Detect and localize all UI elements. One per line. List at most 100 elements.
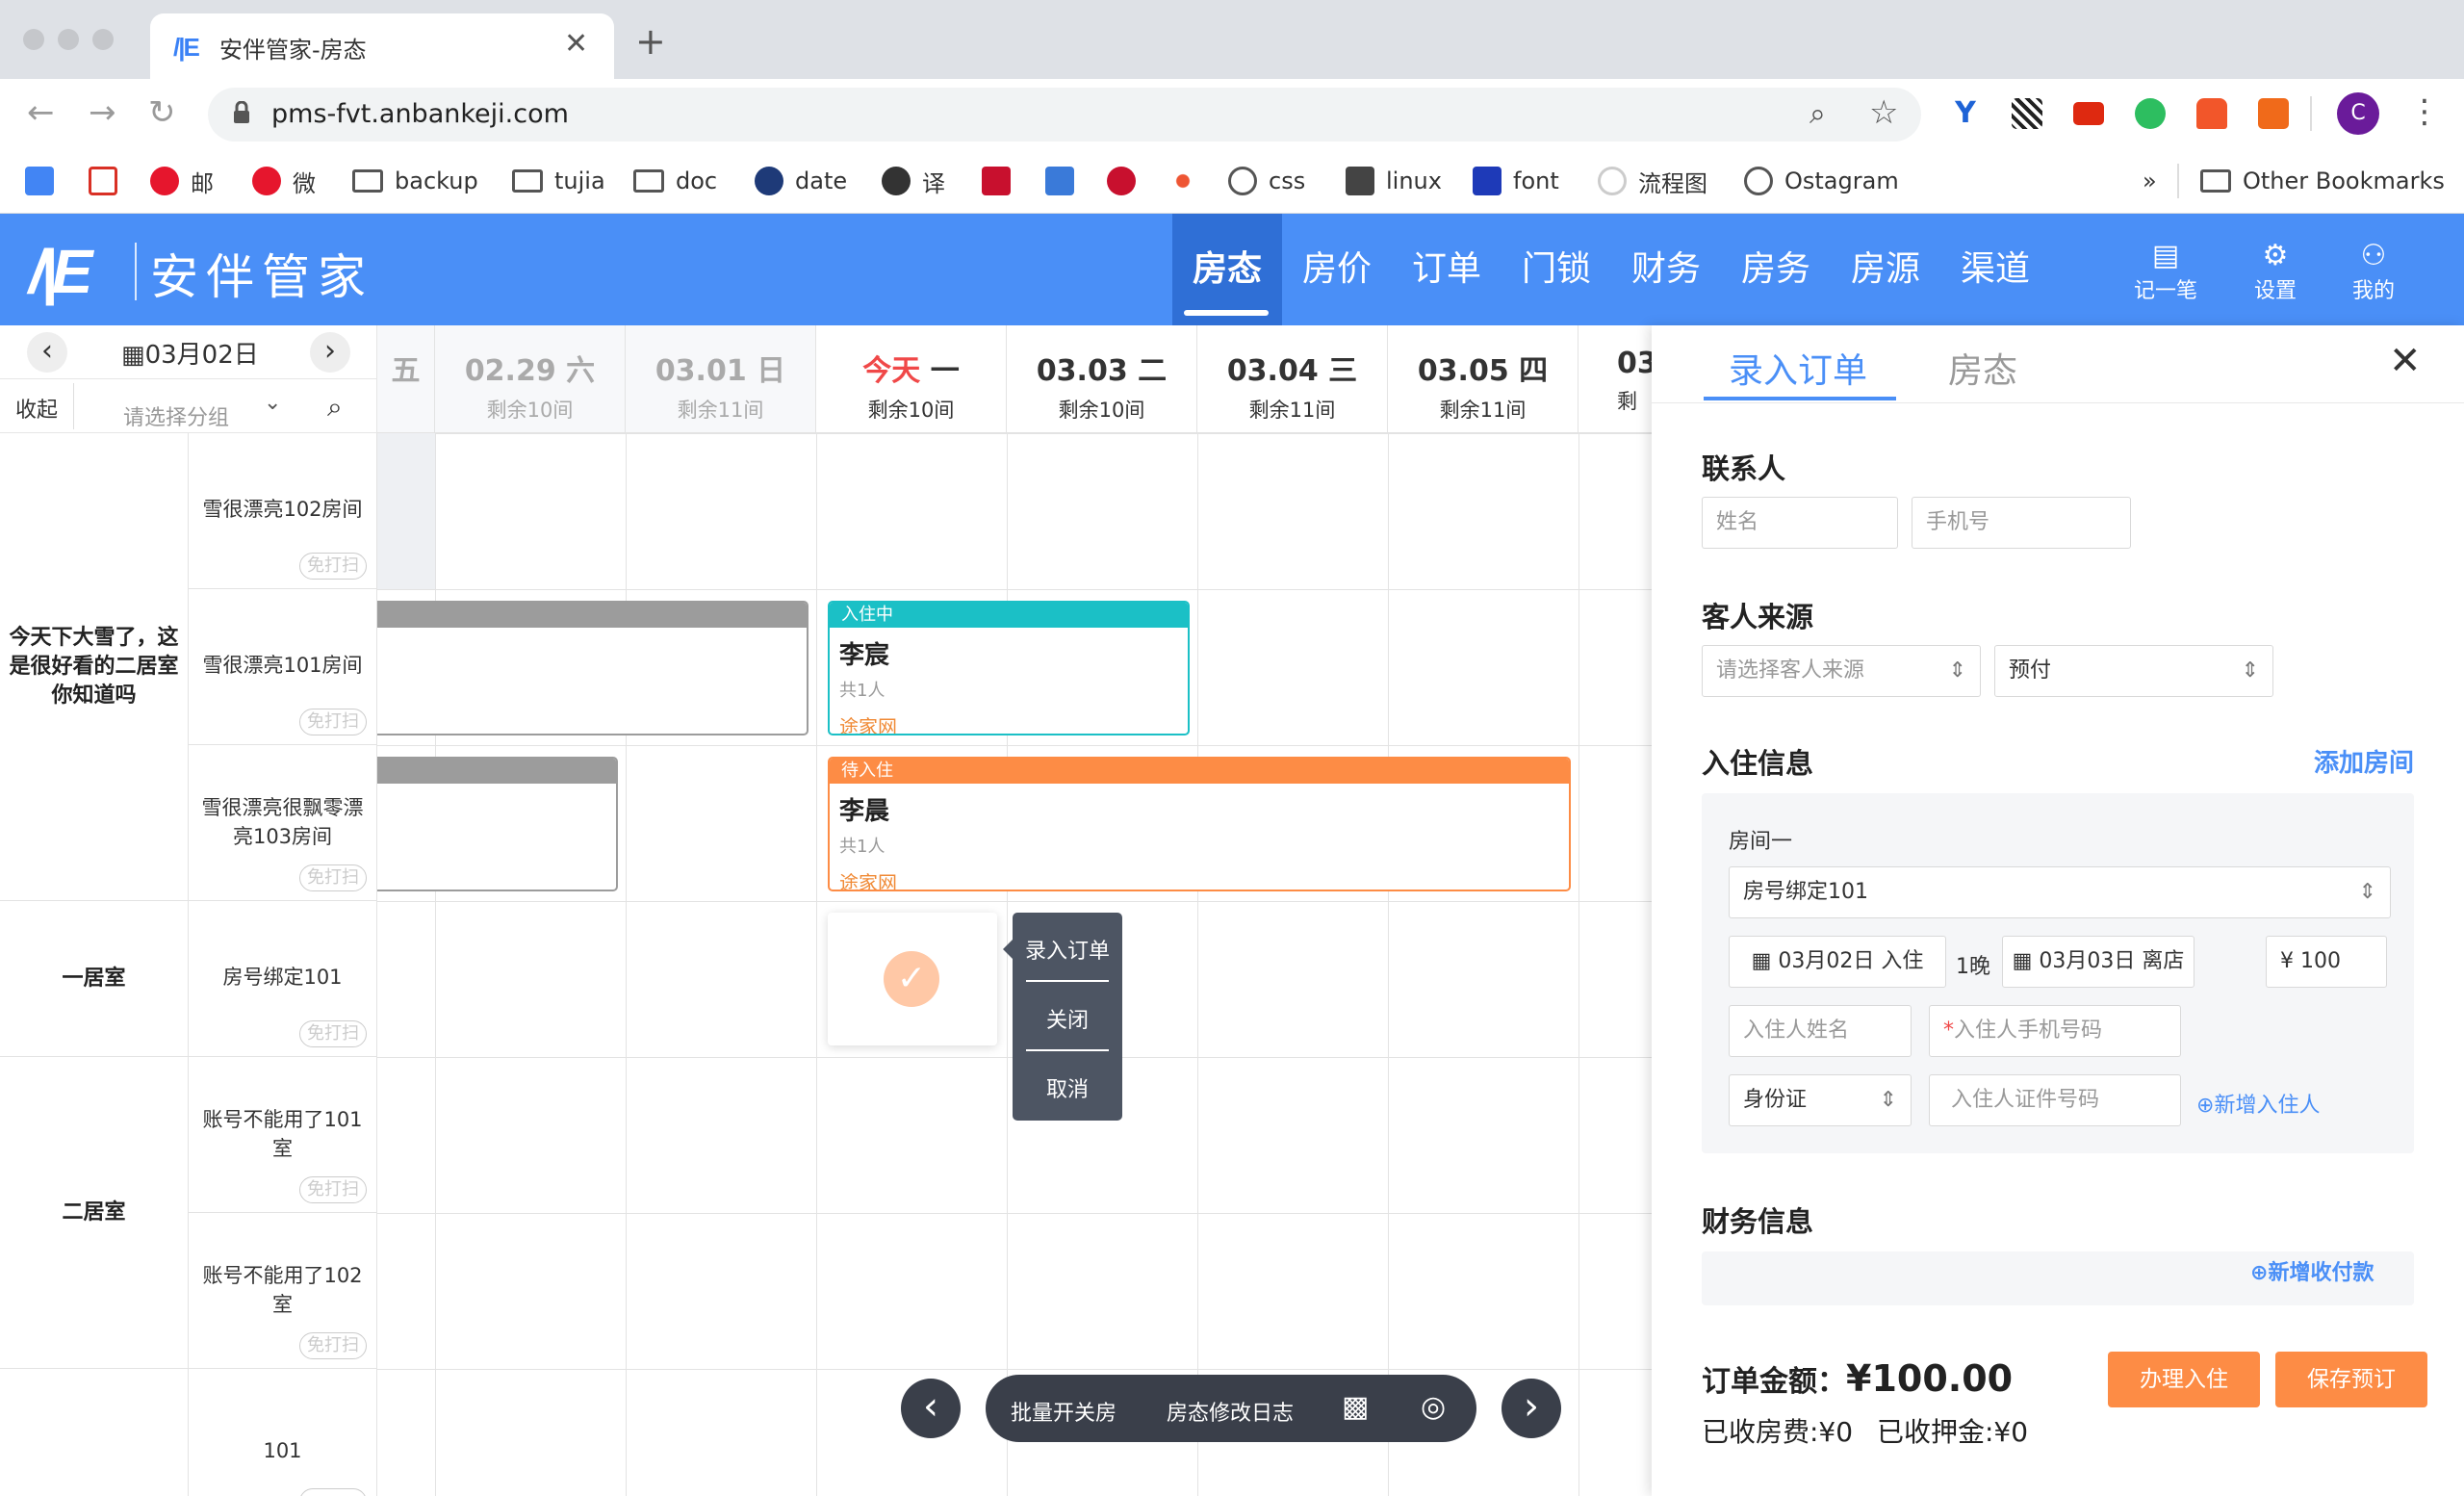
booking-past[interactable] bbox=[377, 601, 808, 735]
bookmarks-overflow[interactable]: » bbox=[2143, 162, 2157, 200]
bookmark-doc[interactable]: doc bbox=[633, 162, 717, 200]
collapse-button[interactable]: 收起 bbox=[15, 393, 58, 424]
tab-room-status[interactable]: 房态 bbox=[1948, 343, 2017, 393]
bookmark-font[interactable]: font bbox=[1473, 162, 1559, 200]
checkout-date-input[interactable]: ▦ 03月03日 离店 bbox=[2002, 936, 2194, 988]
bookmark-date[interactable]: date bbox=[755, 162, 847, 200]
address-bar[interactable]: pms-fvt.anbankeji.com ⌕ ☆ bbox=[208, 88, 1921, 142]
extension-y-icon[interactable]: Y bbox=[1950, 98, 1981, 129]
new-tab-icon[interactable]: + bbox=[635, 23, 666, 60]
room-cell[interactable]: 雪很漂亮很飘零漂亮103房间 免打扫 bbox=[189, 745, 377, 901]
bookmark-backup[interactable]: backup bbox=[352, 162, 478, 200]
day-header[interactable]: 03.03 二剩余10间 bbox=[1007, 325, 1197, 433]
bookmark-w3[interactable] bbox=[982, 162, 1011, 200]
checkin-button[interactable]: 办理入住 bbox=[2108, 1352, 2260, 1407]
current-date[interactable]: ▦03月02日 bbox=[121, 335, 259, 371]
day-header[interactable]: 02.29 六剩余10间 bbox=[435, 325, 626, 433]
save-booking-button[interactable]: 保存预订 bbox=[2275, 1352, 2427, 1407]
room-cell[interactable]: 101 bbox=[189, 1369, 377, 1496]
zoom-icon[interactable]: ⌕ bbox=[1810, 97, 1826, 131]
browser-menu-icon[interactable]: ⋮ bbox=[2408, 92, 2441, 131]
qr-extension-icon[interactable] bbox=[2012, 98, 2042, 129]
room-cell[interactable]: 账号不能用了101室 免打扫 bbox=[189, 1057, 377, 1213]
flag-extension-icon[interactable] bbox=[2073, 102, 2104, 125]
add-guest-link[interactable]: ⊕新增入住人 bbox=[2196, 1088, 2320, 1119]
booking-checked-in[interactable]: 入住中 李宸 共1人 途家网 bbox=[828, 601, 1190, 735]
window-minimize-button[interactable] bbox=[58, 29, 79, 50]
room-cell[interactable]: 账号不能用了102室 免打扫 bbox=[189, 1213, 377, 1369]
room-select[interactable]: 房号绑定101 ⇕ bbox=[1729, 866, 2391, 918]
day-header-partial[interactable]: 03 剩 bbox=[1578, 325, 1652, 433]
nav-housekeeping[interactable]: 房务 bbox=[1721, 214, 1831, 325]
menu-item-close[interactable]: 关闭 bbox=[1013, 1003, 1122, 1034]
selected-cell[interactable]: ✓ bbox=[828, 913, 997, 1045]
evernote-icon[interactable] bbox=[2135, 98, 2166, 129]
day-header[interactable]: 03.01 日剩余11间 bbox=[626, 325, 816, 433]
nav-room-price[interactable]: 房价 bbox=[1282, 214, 1392, 325]
add-room-link[interactable]: 添加房间 bbox=[2314, 743, 2414, 779]
day-header-today[interactable]: 今天 一剩余10间 bbox=[816, 325, 1007, 433]
contact-phone-input[interactable]: 手机号 bbox=[1912, 497, 2131, 549]
nav-door-lock[interactable]: 门锁 bbox=[1502, 214, 1611, 325]
batch-open-close-button[interactable]: 批量开关房 bbox=[1011, 1396, 1116, 1427]
bookmark-translate[interactable]: 译 bbox=[882, 162, 945, 200]
day-header[interactable]: 03.04 三剩余11间 bbox=[1197, 325, 1388, 433]
menu-item-cancel[interactable]: 取消 bbox=[1013, 1072, 1122, 1103]
reload-icon[interactable]: ↻ bbox=[148, 96, 176, 129]
translate-extension-icon[interactable] bbox=[2258, 98, 2289, 129]
payment-type-select[interactable]: 预付 ⇕ bbox=[1994, 645, 2273, 697]
nav-listings[interactable]: 房源 bbox=[1831, 214, 1940, 325]
bookmark-google-translate[interactable] bbox=[25, 162, 54, 200]
browser-tab[interactable]: /|E 安伴管家-房态 ✕ bbox=[150, 13, 614, 79]
window-close-button[interactable] bbox=[23, 29, 44, 50]
bookmark-gmail[interactable] bbox=[89, 162, 117, 200]
contact-name-input[interactable]: 姓名 bbox=[1702, 497, 1898, 549]
bookmark-tujia[interactable]: tujia bbox=[512, 162, 605, 200]
tab-create-order[interactable]: 录入订单 bbox=[1729, 343, 1867, 393]
guest-source-select[interactable]: 请选择客人来源 ⇕ bbox=[1702, 645, 1981, 697]
close-icon[interactable]: ✕ bbox=[2389, 339, 2422, 383]
note-button[interactable]: ▤ 记一笔 bbox=[2127, 241, 2204, 304]
scroll-right-button[interactable]: › bbox=[1502, 1379, 1561, 1438]
back-icon[interactable]: ← bbox=[27, 96, 55, 129]
id-type-select[interactable]: 身份证 ⇕ bbox=[1729, 1074, 1912, 1126]
window-maximize-button[interactable] bbox=[92, 29, 114, 50]
bookmark-red-circle[interactable] bbox=[1107, 162, 1136, 200]
add-payment-link[interactable]: ⊕新增收付款 bbox=[2250, 1255, 2374, 1286]
tab-close-icon[interactable]: ✕ bbox=[564, 27, 588, 61]
status-log-button[interactable]: 房态修改日志 bbox=[1167, 1396, 1294, 1427]
chevron-down-icon[interactable]: ⌄ bbox=[264, 391, 281, 415]
bookmark-ostagram[interactable]: Ostagram bbox=[1744, 162, 1899, 200]
nav-room-status[interactable]: 房态 bbox=[1172, 214, 1282, 325]
room-cell[interactable]: 房号绑定101 免打扫 bbox=[189, 901, 377, 1057]
bookmark-linux[interactable]: linux bbox=[1346, 162, 1442, 200]
lighthouse-icon[interactable] bbox=[2196, 98, 2227, 129]
bookmark-chart[interactable] bbox=[1045, 162, 1074, 200]
room-cell[interactable]: 雪很漂亮101房间 免打扫 bbox=[189, 589, 377, 745]
nav-finance[interactable]: 财务 bbox=[1611, 214, 1721, 325]
next-date-button[interactable]: › bbox=[310, 332, 350, 373]
bookmark-weibo[interactable]: 微 bbox=[252, 162, 316, 200]
day-header[interactable]: 03.05 四剩余11间 bbox=[1388, 325, 1578, 433]
scroll-left-button[interactable]: ‹ bbox=[901, 1379, 961, 1438]
booking-past[interactable] bbox=[377, 757, 618, 891]
room-cell[interactable]: 雪很漂亮102房间 免打扫 bbox=[189, 433, 377, 589]
bookmark-spark[interactable] bbox=[1168, 162, 1197, 200]
forward-icon[interactable]: → bbox=[89, 96, 116, 129]
guest-phone-input[interactable]: *入住人手机号码 bbox=[1929, 1005, 2181, 1057]
checkin-date-input[interactable]: ▦ 03月02日 入住 bbox=[1729, 936, 1946, 988]
bookmark-other[interactable]: Other Bookmarks bbox=[2200, 162, 2445, 200]
booking-pending[interactable]: 待入住 李晨 共1人 途家网 bbox=[828, 757, 1571, 891]
bookmark-flowchart[interactable]: 流程图 bbox=[1598, 162, 1707, 200]
nav-channels[interactable]: 渠道 bbox=[1940, 214, 2050, 325]
profile-avatar[interactable]: C bbox=[2337, 92, 2379, 135]
settings-button[interactable]: ⚙ 设置 bbox=[2237, 241, 2314, 304]
bookmark-mail[interactable]: 邮 bbox=[150, 162, 214, 200]
guest-name-input[interactable]: 入住人姓名 bbox=[1729, 1005, 1912, 1057]
qr-code-icon[interactable]: ▩ bbox=[1342, 1390, 1369, 1424]
bookmark-star-icon[interactable]: ☆ bbox=[1869, 93, 1898, 132]
id-number-input[interactable]: 入住人证件号码 bbox=[1929, 1074, 2181, 1126]
profile-button[interactable]: ⚇ 我的 bbox=[2335, 241, 2412, 304]
search-icon[interactable]: ⌕ bbox=[327, 391, 343, 424]
bookmark-css[interactable]: css bbox=[1228, 162, 1305, 200]
